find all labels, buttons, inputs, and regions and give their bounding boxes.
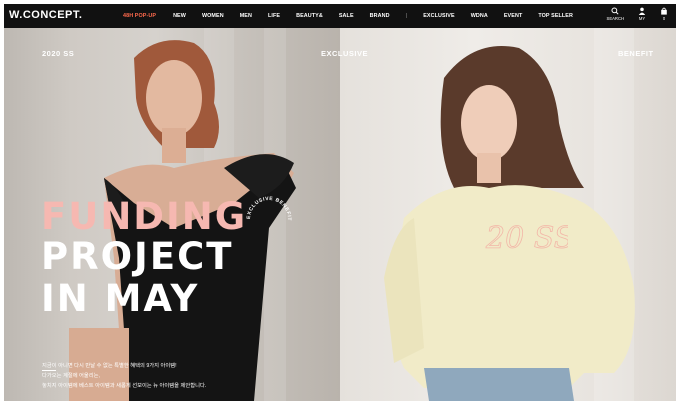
script-20ss-text: 20 SS [485,221,568,256]
bag-count: 0 [662,16,666,21]
hero-banner[interactable]: 2020 SS EXCLUSIVE BENEFIT EXCLUSIVE BENE… [4,28,676,401]
bag-button[interactable]: 0 [660,7,668,21]
nav-item-event[interactable]: EVENT [504,13,522,19]
top-nav: W.CONCEPT. 48H POP-UP NEW WOMEN MEN LIFE… [4,4,676,28]
my-label: MY [638,16,646,21]
nav-item-top-seller[interactable]: TOP SELLER [538,13,573,19]
headline-line-2: PROJECT [41,235,234,278]
badge-text: EXCLUSIVE BENEFIT [246,196,292,221]
user-icon [638,7,646,15]
logo[interactable]: W.CONCEPT. [9,9,82,21]
headline-line-1: FUNDING [41,195,248,238]
exclusive-label[interactable]: EXCLUSIVE [321,49,368,58]
my-button[interactable]: MY [638,7,646,21]
main-menu: 48H POP-UP NEW WOMEN MEN LIFE BEAUTY& SA… [123,4,573,28]
nav-item-beauty[interactable]: BEAUTY& [296,13,323,19]
search-label: SEARCH [606,16,624,21]
utility-menu: SEARCH MY 0 [607,7,668,21]
search-button[interactable]: SEARCH [607,7,624,21]
nav-item-48h-popup[interactable]: 48H POP-UP [123,13,156,19]
divider-line [42,370,56,371]
svg-text:EXCLUSIVE BENEFIT: EXCLUSIVE BENEFIT [246,196,292,221]
hero-description-3: 놓치지 아이템에 베스트 아이템과 새롭게 선보이는 뉴 아이템을 제안합니다. [42,383,207,389]
page-frame: W.CONCEPT. 48H POP-UP NEW WOMEN MEN LIFE… [4,4,676,401]
exclusive-benefit-badge: EXCLUSIVE BENEFIT [246,196,292,221]
nav-item-women[interactable]: WOMEN [202,13,224,19]
script-20ss-overlay: 20 SS [485,221,568,257]
nav-item-new[interactable]: NEW [173,13,186,19]
nav-item-wdna[interactable]: WDNA [471,13,488,19]
hero-description-2: 다가오는 계절에 어울리는, [42,373,101,379]
benefit-label[interactable]: BENEFIT [618,49,654,58]
nav-item-sale[interactable]: SALE [339,13,354,19]
nav-item-brand[interactable]: BRAND [370,13,390,19]
search-icon [611,7,619,15]
headline-line-3: IN MAY [41,277,200,320]
nav-item-men[interactable]: MEN [240,13,252,19]
hero-description-1: 지금이 아니면 다시 만날 수 없는 특별한 혜택의 9가지 아이템! [42,363,177,369]
season-label: 2020 SS [42,49,75,58]
nav-item-life[interactable]: LIFE [268,13,280,19]
nav-item-exclusive[interactable]: EXCLUSIVE [423,13,454,19]
nav-divider: | [405,13,408,19]
bag-icon [661,7,667,15]
